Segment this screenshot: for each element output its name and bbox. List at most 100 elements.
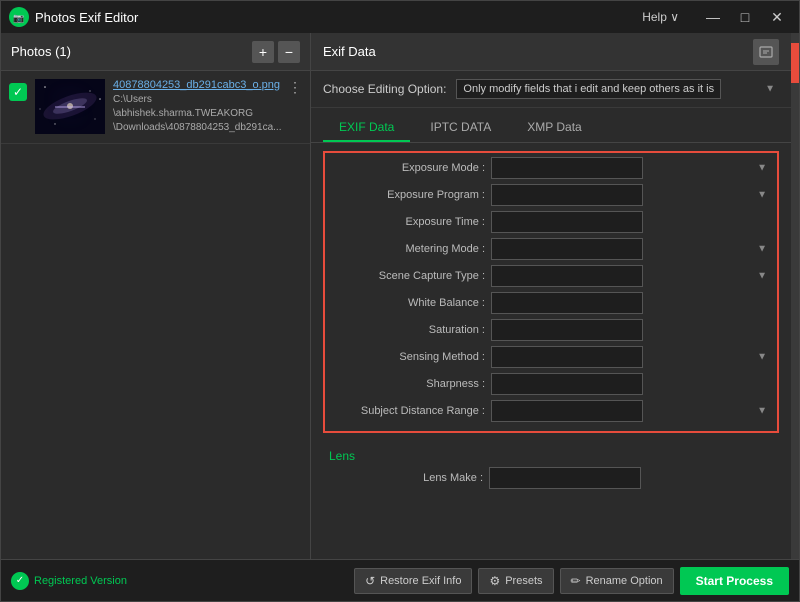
- lens-make-input[interactable]: [489, 467, 641, 489]
- editing-option-select[interactable]: Only modify fields that i edit and keep …: [456, 79, 721, 99]
- white-balance-input[interactable]: [491, 292, 643, 314]
- photo-item: ✓: [1, 71, 310, 144]
- start-process-button[interactable]: Start Process: [680, 567, 789, 595]
- exposure-time-input[interactable]: [491, 211, 643, 233]
- app-window: 📷 Photos Exif Editor Help ∨ — □ ✕ Photos…: [0, 0, 800, 602]
- dropdown-arrow-icon: ▼: [757, 163, 767, 174]
- editing-option-row: Choose Editing Option: Only modify field…: [311, 71, 791, 108]
- tab-iptc-data[interactable]: IPTC DATA: [414, 114, 507, 142]
- field-label-sharpness: Sharpness :: [331, 378, 491, 390]
- svg-text:📷: 📷: [13, 13, 24, 23]
- left-panel: Photos (1) + − ✓: [1, 33, 311, 559]
- right-panel: Exif Data Choose Editing Option: Only mo…: [311, 33, 791, 559]
- field-row: Subject Distance Range : ▼: [325, 400, 777, 422]
- field-label-subject-distance: Subject Distance Range :: [331, 405, 491, 417]
- field-wrapper: [491, 319, 771, 341]
- registered-badge: ✓ Registered Version: [11, 572, 127, 590]
- field-wrapper: ▼: [491, 238, 771, 260]
- tabs-row: EXIF Data IPTC DATA XMP Data: [311, 108, 791, 143]
- field-row: Saturation :: [325, 319, 777, 341]
- field-label-white-balance: White Balance :: [331, 297, 491, 309]
- close-button[interactable]: ✕: [763, 7, 791, 27]
- field-label-lens-make: Lens Make :: [329, 472, 489, 484]
- dropdown-arrow-icon: ▼: [757, 406, 767, 417]
- field-row: Metering Mode : ▼: [325, 238, 777, 260]
- minimize-button[interactable]: —: [699, 7, 727, 27]
- dropdown-arrow-icon: ▼: [757, 352, 767, 363]
- exposure-program-input[interactable]: [491, 184, 643, 206]
- metering-mode-input[interactable]: [491, 238, 643, 260]
- field-label-exposure-time: Exposure Time :: [331, 216, 491, 228]
- maximize-button[interactable]: □: [731, 7, 759, 27]
- field-wrapper: [491, 373, 771, 395]
- exif-data-title: Exif Data: [323, 44, 753, 59]
- field-row: Scene Capture Type : ▼: [325, 265, 777, 287]
- scroll-indicator[interactable]: [791, 33, 799, 559]
- field-wrapper: ▼: [491, 346, 771, 368]
- field-wrapper: ▼: [491, 157, 771, 179]
- field-row: Exposure Time :: [325, 211, 777, 233]
- photos-title: Photos (1): [11, 44, 248, 59]
- field-wrapper: [489, 467, 773, 489]
- presets-button[interactable]: ⚙ Presets: [478, 568, 553, 594]
- registered-label: Registered Version: [34, 575, 127, 587]
- field-wrapper: [491, 292, 771, 314]
- tab-xmp-data[interactable]: XMP Data: [511, 114, 597, 142]
- window-controls: Help ∨ — □ ✕: [642, 7, 791, 27]
- photo-info: 40878804253_db291cabc3_o.png C:\Users \a…: [113, 79, 284, 135]
- editing-option-label: Choose Editing Option:: [323, 82, 446, 96]
- field-row: Sensing Method : ▼: [325, 346, 777, 368]
- restore-exif-button[interactable]: ↺ Restore Exif Info: [354, 568, 472, 594]
- app-title: Photos Exif Editor: [35, 10, 642, 25]
- add-photo-button[interactable]: +: [252, 41, 274, 63]
- title-bar: 📷 Photos Exif Editor Help ∨ — □ ✕: [1, 1, 799, 33]
- field-wrapper: ▼: [491, 265, 771, 287]
- photo-path: C:\Users \abhishek.sharma.TWEAKORG \Down…: [113, 93, 284, 135]
- field-wrapper: ▼: [491, 400, 771, 422]
- photos-header: Photos (1) + −: [1, 33, 310, 71]
- field-row: Sharpness :: [325, 373, 777, 395]
- exposure-mode-input[interactable]: [491, 157, 643, 179]
- dropdown-arrow-icon: ▼: [757, 190, 767, 201]
- rename-option-button[interactable]: ✏ Rename Option: [560, 568, 674, 594]
- field-row: Exposure Program : ▼: [325, 184, 777, 206]
- tab-exif-data[interactable]: EXIF Data: [323, 114, 410, 142]
- scroll-thumb: [791, 43, 799, 83]
- help-button[interactable]: Help ∨: [642, 10, 679, 24]
- subject-distance-input[interactable]: [491, 400, 643, 422]
- field-wrapper: ▼: [491, 184, 771, 206]
- field-label-saturation: Saturation :: [331, 324, 491, 336]
- field-label-exposure-program: Exposure Program :: [331, 189, 491, 201]
- fields-area: Exposure Mode : ▼ Exposure Program : ▼: [311, 143, 791, 559]
- field-row: Exposure Mode : ▼: [325, 157, 777, 179]
- photo-thumbnail: [35, 79, 105, 134]
- main-content: Photos (1) + − ✓: [1, 33, 799, 559]
- photo-more-icon[interactable]: ⋮: [288, 79, 302, 96]
- field-wrapper: [491, 211, 771, 233]
- sharpness-input[interactable]: [491, 373, 643, 395]
- scene-capture-input[interactable]: [491, 265, 643, 287]
- app-icon: 📷: [9, 7, 29, 27]
- sensing-method-input[interactable]: [491, 346, 643, 368]
- field-label-scene-capture: Scene Capture Type :: [331, 270, 491, 282]
- rename-icon: ✏: [571, 574, 581, 588]
- field-label-sensing-method: Sensing Method :: [331, 351, 491, 363]
- exif-icon-button[interactable]: [753, 39, 779, 65]
- photo-checkbox[interactable]: ✓: [9, 83, 27, 101]
- field-label-exposure-mode: Exposure Mode :: [331, 162, 491, 174]
- dropdown-arrow-icon: ▼: [757, 244, 767, 255]
- remove-photo-button[interactable]: −: [278, 41, 300, 63]
- bottom-bar: ✓ Registered Version ↺ Restore Exif Info…: [1, 559, 799, 601]
- saturation-input[interactable]: [491, 319, 643, 341]
- field-row: White Balance :: [325, 292, 777, 314]
- lens-make-row: Lens Make :: [323, 467, 779, 489]
- restore-icon: ↺: [365, 574, 375, 588]
- editing-option-wrapper: Only modify fields that i edit and keep …: [456, 79, 779, 99]
- photo-filename: 40878804253_db291cabc3_o.png: [113, 79, 284, 91]
- field-label-metering-mode: Metering Mode :: [331, 243, 491, 255]
- exposure-fields-section: Exposure Mode : ▼ Exposure Program : ▼: [323, 151, 779, 433]
- registered-icon: ✓: [11, 572, 29, 590]
- presets-icon: ⚙: [489, 574, 500, 588]
- dropdown-arrow-icon: ▼: [765, 84, 775, 95]
- dropdown-arrow-icon: ▼: [757, 271, 767, 282]
